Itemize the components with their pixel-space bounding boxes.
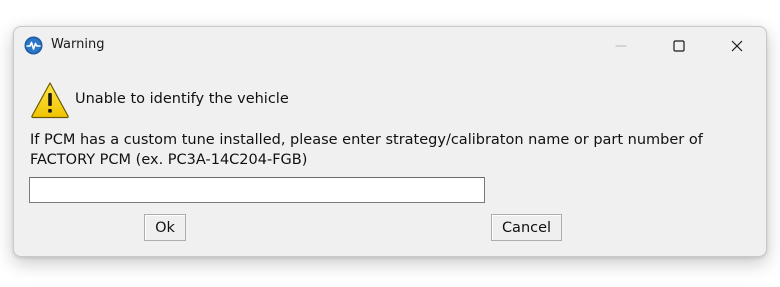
warning-message: If PCM has a custom tune installed, plea…	[30, 130, 750, 170]
app-pulse-icon	[24, 36, 43, 55]
minimize-icon	[615, 37, 627, 56]
close-icon	[731, 37, 743, 56]
cancel-button[interactable]: Cancel	[491, 214, 562, 241]
warning-triangle-icon	[30, 81, 70, 119]
message-line-1: If PCM has a custom tune installed, plea…	[30, 132, 703, 148]
maximize-icon	[673, 37, 685, 56]
message-line-2: FACTORY PCM (ex. PC3A-14C204-FGB)	[30, 152, 308, 168]
window-title: Warning	[51, 37, 105, 52]
part-number-input[interactable]	[29, 177, 485, 203]
minimize-button[interactable]	[592, 27, 650, 65]
warning-dialog: Warning Unable to identify the vehicle I…	[13, 26, 767, 257]
maximize-button[interactable]	[650, 27, 708, 65]
title-bar[interactable]: Warning	[14, 27, 766, 65]
warning-heading: Unable to identify the vehicle	[75, 91, 289, 107]
ok-button[interactable]: Ok	[144, 214, 186, 241]
close-button[interactable]	[708, 27, 766, 65]
